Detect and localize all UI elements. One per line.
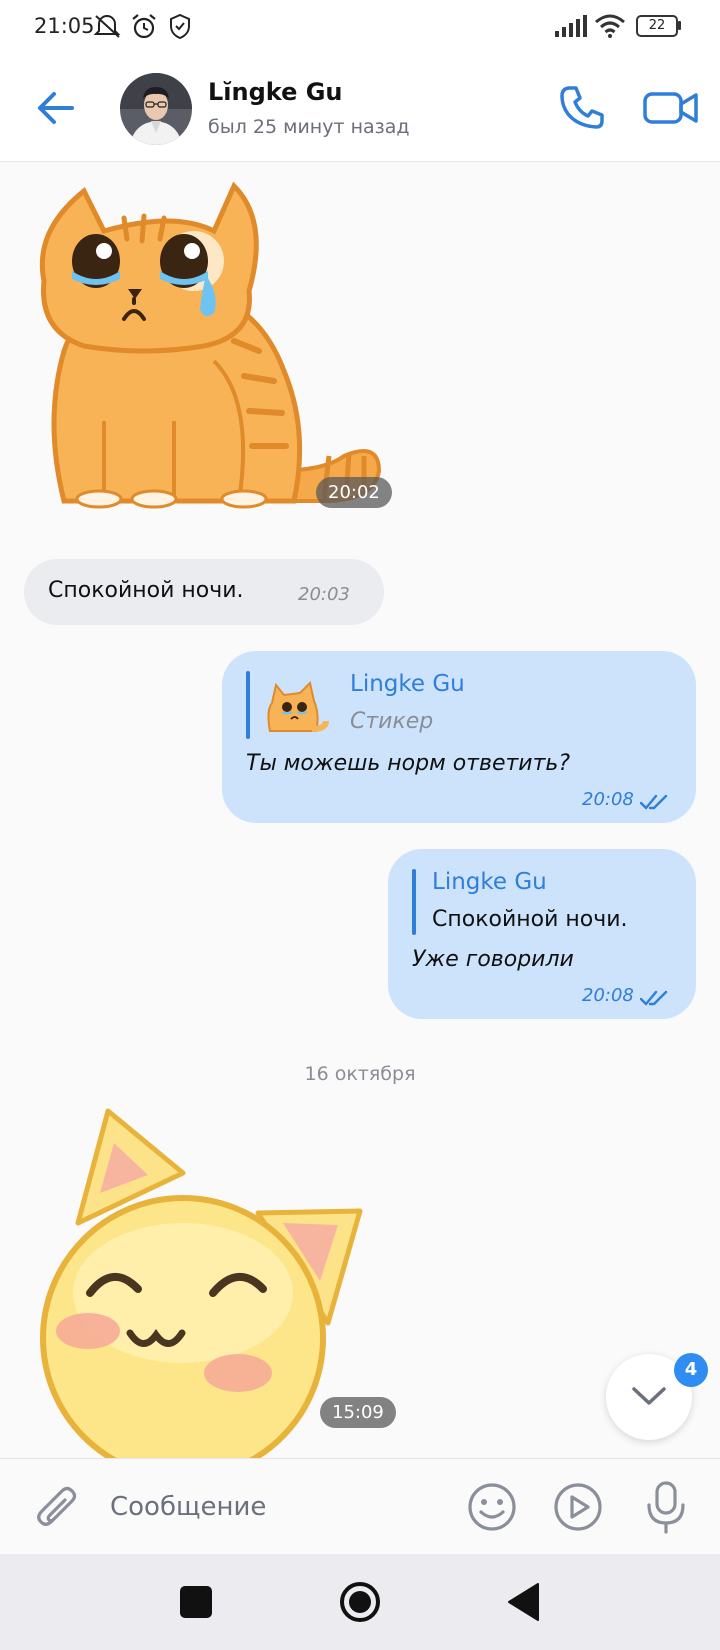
message-bubble-outgoing[interactable]: Lingke Gu Спокойной ночи. Уже говорили 2… (388, 849, 696, 1019)
battery-tip (678, 21, 681, 30)
message-time: 20:03 (298, 584, 350, 605)
message-text: Спокойной ночи. (48, 578, 244, 603)
avatar-image (120, 73, 192, 145)
reply-quote-bar (246, 671, 250, 739)
video-message-icon[interactable] (552, 1481, 604, 1533)
status-time: 21:05 (34, 14, 95, 38)
mute-icon (93, 15, 121, 38)
reply-snippet: Стикер (350, 709, 434, 734)
signal-icon (555, 15, 587, 37)
sticker-crying-cat[interactable] (24, 171, 394, 511)
message-bubble-outgoing[interactable]: Lingke Gu Стикер Ты можешь норм ответить… (222, 651, 696, 823)
system-nav-bar (0, 1554, 720, 1650)
message-bubble-incoming[interactable]: Спокойной ночи. 20:03 (24, 559, 384, 625)
avatar[interactable] (120, 73, 192, 145)
chat-area[interactable]: 20:02 Спокойной ночи. 20:03 Lingke Gu Ст… (0, 163, 720, 1458)
battery-icon: 22 (636, 15, 678, 37)
reply-author: Lingke Gu (432, 869, 547, 895)
chevron-down-icon (632, 1387, 666, 1405)
phone-icon[interactable] (556, 82, 608, 134)
recents-button[interactable] (180, 1586, 212, 1618)
sticker-time: 15:09 (320, 1397, 396, 1428)
message-time: 20:08 (582, 985, 634, 1006)
battery-level: 22 (648, 18, 666, 33)
home-button[interactable] (338, 1580, 382, 1624)
paperclip-icon[interactable] (34, 1483, 80, 1533)
message-time: 20:08 (582, 789, 634, 810)
reply-quote-bar (412, 869, 416, 935)
status-bar: 21:05 22 (0, 0, 720, 54)
back-triangle-button[interactable] (506, 1582, 540, 1622)
shield-icon (170, 13, 190, 40)
read-checkmarks-icon (640, 794, 668, 810)
reply-sticker-thumbnail (267, 681, 329, 732)
wifi-icon (595, 14, 625, 38)
video-camera-icon[interactable] (642, 82, 700, 134)
message-text: Ты можешь норм ответить? (246, 751, 571, 776)
message-text: Уже говорили (412, 947, 574, 972)
back-arrow-icon[interactable] (32, 84, 80, 132)
contact-last-seen: был 25 минут назад (208, 116, 410, 138)
reply-author: Lingke Gu (350, 671, 465, 697)
message-input[interactable] (110, 1481, 440, 1533)
reply-snippet: Спокойной ночи. (432, 907, 628, 932)
emoji-icon[interactable] (466, 1481, 518, 1533)
sticker-time: 20:02 (316, 477, 392, 508)
alarm-icon (132, 14, 156, 39)
unread-count-badge: 4 (674, 1353, 708, 1387)
message-input-bar (0, 1458, 720, 1554)
date-divider: 16 октября (304, 1063, 416, 1085)
chat-header: Lĭngke Gu был 25 минут назад (0, 54, 720, 162)
microphone-icon[interactable] (644, 1479, 688, 1535)
contact-name[interactable]: Lĭngke Gu (208, 78, 343, 106)
read-checkmarks-icon (640, 990, 668, 1006)
